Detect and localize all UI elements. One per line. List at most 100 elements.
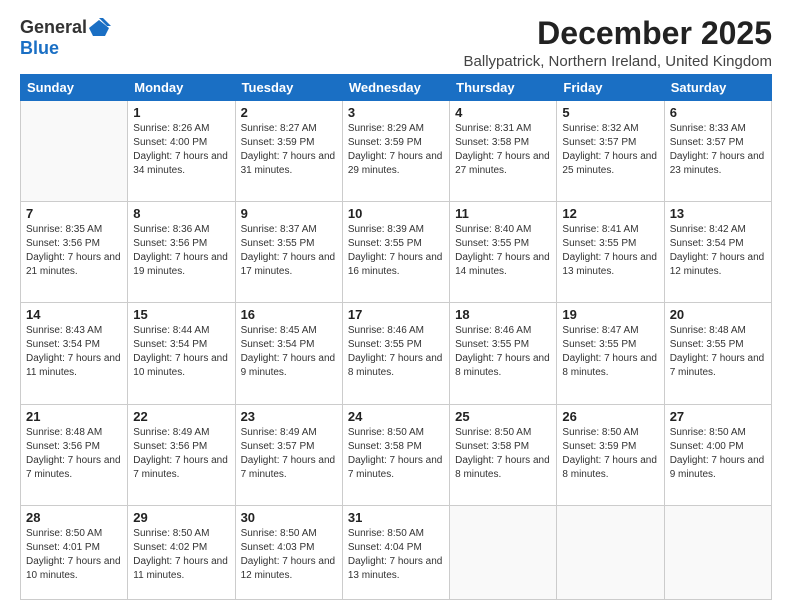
col-monday: Monday — [128, 75, 235, 101]
logo-blue-text: Blue — [20, 38, 59, 58]
logo: General Blue — [20, 16, 111, 59]
table-row: 28 Sunrise: 8:50 AM Sunset: 4:01 PM Dayl… — [21, 505, 128, 599]
sunset-text: Sunset: 3:58 PM — [455, 136, 551, 150]
col-thursday: Thursday — [450, 75, 557, 101]
table-row: 5 Sunrise: 8:32 AM Sunset: 3:57 PM Dayli… — [557, 101, 664, 202]
daylight-text: Daylight: 7 hours and 8 minutes. — [562, 454, 658, 482]
daylight-text: Daylight: 7 hours and 29 minutes. — [348, 150, 444, 178]
day-info: Sunrise: 8:35 AM Sunset: 3:56 PM Dayligh… — [26, 223, 122, 279]
logo-general-text: General — [20, 17, 87, 38]
day-info: Sunrise: 8:27 AM Sunset: 3:59 PM Dayligh… — [241, 122, 337, 178]
day-number: 22 — [133, 409, 229, 424]
daylight-text: Daylight: 7 hours and 19 minutes. — [133, 251, 229, 279]
day-info: Sunrise: 8:49 AM Sunset: 3:56 PM Dayligh… — [133, 426, 229, 482]
sunset-text: Sunset: 3:54 PM — [241, 338, 337, 352]
sunrise-text: Sunrise: 8:29 AM — [348, 122, 444, 136]
day-number: 12 — [562, 206, 658, 221]
sunrise-text: Sunrise: 8:50 AM — [26, 527, 122, 541]
daylight-text: Daylight: 7 hours and 31 minutes. — [241, 150, 337, 178]
day-number: 13 — [670, 206, 766, 221]
sunset-text: Sunset: 3:58 PM — [455, 440, 551, 454]
day-number: 16 — [241, 307, 337, 322]
day-number: 29 — [133, 510, 229, 525]
daylight-text: Daylight: 7 hours and 10 minutes. — [26, 555, 122, 583]
sunrise-text: Sunrise: 8:31 AM — [455, 122, 551, 136]
month-title: December 2025 — [464, 16, 772, 51]
table-row: 21 Sunrise: 8:48 AM Sunset: 3:56 PM Dayl… — [21, 404, 128, 505]
table-row: 11 Sunrise: 8:40 AM Sunset: 3:55 PM Dayl… — [450, 202, 557, 303]
table-row — [450, 505, 557, 599]
title-block: December 2025 Ballypatrick, Northern Ire… — [464, 16, 772, 70]
table-row: 8 Sunrise: 8:36 AM Sunset: 3:56 PM Dayli… — [128, 202, 235, 303]
table-row: 19 Sunrise: 8:47 AM Sunset: 3:55 PM Dayl… — [557, 303, 664, 404]
sunrise-text: Sunrise: 8:45 AM — [241, 324, 337, 338]
sunset-text: Sunset: 3:55 PM — [670, 338, 766, 352]
day-number: 17 — [348, 307, 444, 322]
day-number: 24 — [348, 409, 444, 424]
table-row — [664, 505, 771, 599]
sunset-text: Sunset: 3:58 PM — [348, 440, 444, 454]
daylight-text: Daylight: 7 hours and 12 minutes. — [670, 251, 766, 279]
calendar-table: Sunday Monday Tuesday Wednesday Thursday… — [20, 74, 772, 600]
day-number: 25 — [455, 409, 551, 424]
day-number: 14 — [26, 307, 122, 322]
table-row: 31 Sunrise: 8:50 AM Sunset: 4:04 PM Dayl… — [342, 505, 449, 599]
sunset-text: Sunset: 3:55 PM — [348, 237, 444, 251]
day-number: 28 — [26, 510, 122, 525]
daylight-text: Daylight: 7 hours and 7 minutes. — [348, 454, 444, 482]
day-info: Sunrise: 8:37 AM Sunset: 3:55 PM Dayligh… — [241, 223, 337, 279]
sunrise-text: Sunrise: 8:42 AM — [670, 223, 766, 237]
day-info: Sunrise: 8:29 AM Sunset: 3:59 PM Dayligh… — [348, 122, 444, 178]
sunrise-text: Sunrise: 8:49 AM — [133, 426, 229, 440]
day-info: Sunrise: 8:50 AM Sunset: 4:03 PM Dayligh… — [241, 527, 337, 583]
day-number: 4 — [455, 105, 551, 120]
day-number: 1 — [133, 105, 229, 120]
daylight-text: Daylight: 7 hours and 12 minutes. — [241, 555, 337, 583]
sunrise-text: Sunrise: 8:33 AM — [670, 122, 766, 136]
sunrise-text: Sunrise: 8:39 AM — [348, 223, 444, 237]
day-number: 10 — [348, 206, 444, 221]
sunset-text: Sunset: 3:56 PM — [26, 440, 122, 454]
daylight-text: Daylight: 7 hours and 8 minutes. — [562, 352, 658, 380]
calendar-header-row: Sunday Monday Tuesday Wednesday Thursday… — [21, 75, 772, 101]
daylight-text: Daylight: 7 hours and 11 minutes. — [133, 555, 229, 583]
sunset-text: Sunset: 4:04 PM — [348, 541, 444, 555]
sunrise-text: Sunrise: 8:37 AM — [241, 223, 337, 237]
day-info: Sunrise: 8:48 AM Sunset: 3:55 PM Dayligh… — [670, 324, 766, 380]
sunset-text: Sunset: 3:54 PM — [133, 338, 229, 352]
sunset-text: Sunset: 4:00 PM — [133, 136, 229, 150]
sunrise-text: Sunrise: 8:44 AM — [133, 324, 229, 338]
daylight-text: Daylight: 7 hours and 7 minutes. — [241, 454, 337, 482]
col-saturday: Saturday — [664, 75, 771, 101]
day-info: Sunrise: 8:50 AM Sunset: 4:02 PM Dayligh… — [133, 527, 229, 583]
sunset-text: Sunset: 3:56 PM — [26, 237, 122, 251]
sunset-text: Sunset: 3:54 PM — [26, 338, 122, 352]
col-friday: Friday — [557, 75, 664, 101]
day-info: Sunrise: 8:50 AM Sunset: 3:58 PM Dayligh… — [455, 426, 551, 482]
sunrise-text: Sunrise: 8:46 AM — [348, 324, 444, 338]
table-row: 14 Sunrise: 8:43 AM Sunset: 3:54 PM Dayl… — [21, 303, 128, 404]
day-info: Sunrise: 8:41 AM Sunset: 3:55 PM Dayligh… — [562, 223, 658, 279]
day-info: Sunrise: 8:32 AM Sunset: 3:57 PM Dayligh… — [562, 122, 658, 178]
sunrise-text: Sunrise: 8:48 AM — [670, 324, 766, 338]
table-row: 27 Sunrise: 8:50 AM Sunset: 4:00 PM Dayl… — [664, 404, 771, 505]
day-info: Sunrise: 8:49 AM Sunset: 3:57 PM Dayligh… — [241, 426, 337, 482]
day-info: Sunrise: 8:43 AM Sunset: 3:54 PM Dayligh… — [26, 324, 122, 380]
day-number: 8 — [133, 206, 229, 221]
sunrise-text: Sunrise: 8:41 AM — [562, 223, 658, 237]
sunset-text: Sunset: 3:55 PM — [455, 237, 551, 251]
table-row — [21, 101, 128, 202]
sunrise-text: Sunrise: 8:26 AM — [133, 122, 229, 136]
table-row: 25 Sunrise: 8:50 AM Sunset: 3:58 PM Dayl… — [450, 404, 557, 505]
sunset-text: Sunset: 3:55 PM — [562, 237, 658, 251]
day-info: Sunrise: 8:50 AM Sunset: 4:01 PM Dayligh… — [26, 527, 122, 583]
day-info: Sunrise: 8:50 AM Sunset: 3:58 PM Dayligh… — [348, 426, 444, 482]
day-number: 9 — [241, 206, 337, 221]
day-number: 23 — [241, 409, 337, 424]
daylight-text: Daylight: 7 hours and 27 minutes. — [455, 150, 551, 178]
day-info: Sunrise: 8:40 AM Sunset: 3:55 PM Dayligh… — [455, 223, 551, 279]
table-row: 15 Sunrise: 8:44 AM Sunset: 3:54 PM Dayl… — [128, 303, 235, 404]
sunrise-text: Sunrise: 8:46 AM — [455, 324, 551, 338]
day-info: Sunrise: 8:46 AM Sunset: 3:55 PM Dayligh… — [455, 324, 551, 380]
table-row: 26 Sunrise: 8:50 AM Sunset: 3:59 PM Dayl… — [557, 404, 664, 505]
